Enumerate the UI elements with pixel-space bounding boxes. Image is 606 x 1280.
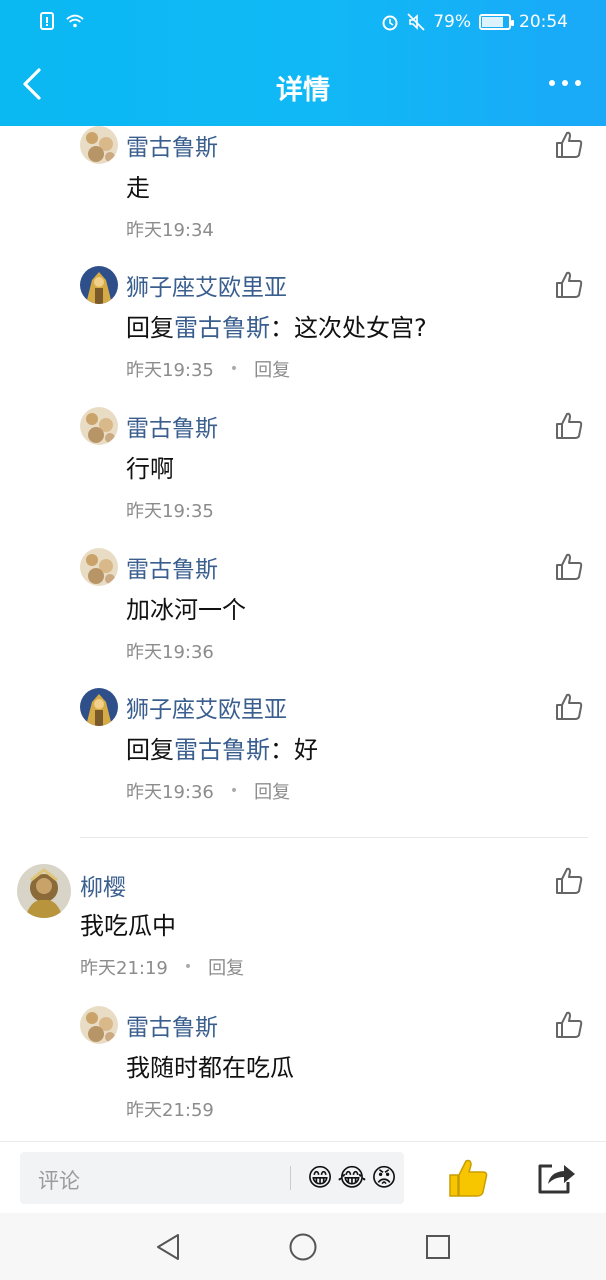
like-icon[interactable] <box>554 411 584 441</box>
app-header: 79% 20:54 详情 <box>0 0 606 126</box>
triangle-back-icon <box>157 1234 179 1260</box>
input-divider <box>290 1166 291 1190</box>
reply-meta: 昨天19:35 <box>126 497 214 523</box>
battery-percent: 79% <box>433 12 471 32</box>
comment-placeholder: 评论 <box>38 1169 80 1193</box>
avatar[interactable] <box>80 407 118 445</box>
reply-meta: 昨天19:36 • 回复 <box>126 778 290 804</box>
reply-text: 回复雷古鲁斯：这次处女宫? <box>126 308 427 343</box>
angry-emoji-icon[interactable]: 😡 <box>369 1160 399 1194</box>
reply-text: 我随时都在吃瓜 <box>126 1054 294 1082</box>
reply-item: 狮子座艾欧里亚 回复雷古鲁斯：好 昨天19:36 • 回复 <box>0 688 606 828</box>
sim-alert-icon <box>38 12 56 30</box>
laugh-emoji-icon[interactable]: 😂 <box>337 1160 367 1194</box>
battery-icon <box>479 14 514 30</box>
wifi-icon <box>66 12 84 30</box>
meta-separator: • <box>229 361 239 377</box>
system-home-button[interactable] <box>287 1231 319 1263</box>
mention-link[interactable]: 雷古鲁斯 <box>174 314 270 342</box>
circle-home-icon <box>289 1233 317 1261</box>
reply-button[interactable]: 回复 <box>254 778 290 804</box>
avatar[interactable] <box>80 1006 118 1044</box>
system-back-button[interactable] <box>152 1231 184 1263</box>
reply-meta: 昨天19:34 <box>126 216 214 242</box>
reply-button[interactable]: 回复 <box>208 954 244 980</box>
avatar[interactable] <box>80 266 118 304</box>
system-navigation-bar <box>0 1213 606 1280</box>
timestamp: 昨天19:34 <box>126 220 214 241</box>
timestamp: 昨天21:59 <box>126 1100 214 1121</box>
reply-meta: 昨天21:59 <box>126 1096 214 1122</box>
reply-item: 雷古鲁斯 加冰河一个 昨天19:36 <box>0 548 606 688</box>
like-post-icon[interactable] <box>446 1156 490 1200</box>
reply-body: ：好 <box>270 736 318 764</box>
comment-meta: 昨天21:19 • 回复 <box>80 954 244 980</box>
username[interactable]: 雷古鲁斯 <box>126 1008 218 1042</box>
comment-thread: 雷古鲁斯 走 昨天19:34 狮子座艾欧里亚 回复雷古鲁斯：这次处女宫? 昨天1… <box>0 126 606 1141</box>
reply-meta: 昨天19:36 <box>126 638 214 664</box>
username[interactable]: 雷古鲁斯 <box>126 128 218 162</box>
comment-composer-bar: 评论 😁 😂 😡 <box>0 1141 606 1213</box>
comment-item: 柳樱 我吃瓜中 昨天21:19 • 回复 <box>0 862 606 1012</box>
alarm-icon <box>381 13 399 31</box>
status-bar: 79% 20:54 <box>0 0 606 48</box>
username[interactable]: 雷古鲁斯 <box>126 409 218 443</box>
more-dots-icon <box>549 80 555 86</box>
avatar[interactable] <box>80 688 118 726</box>
reply-meta: 昨天19:35 • 回复 <box>126 356 290 382</box>
comment-input[interactable]: 评论 😁 😂 😡 <box>20 1152 404 1204</box>
meta-separator: • <box>183 959 193 975</box>
reply-text: 加冰河一个 <box>126 596 246 624</box>
page-title: 详情 <box>276 75 330 106</box>
username[interactable]: 柳樱 <box>80 868 126 902</box>
reply-prefix: 回复 <box>126 314 174 342</box>
reply-button[interactable]: 回复 <box>254 356 290 382</box>
meta-separator: • <box>229 783 239 799</box>
avatar[interactable] <box>80 126 118 164</box>
reply-prefix: 回复 <box>126 736 174 764</box>
like-icon[interactable] <box>554 130 584 160</box>
system-recents-button[interactable] <box>422 1231 454 1263</box>
battery-level <box>482 17 503 27</box>
username[interactable]: 狮子座艾欧里亚 <box>126 690 287 724</box>
share-icon[interactable] <box>534 1158 578 1198</box>
mention-link[interactable]: 雷古鲁斯 <box>174 736 270 764</box>
emoji-shortcuts: 😁 😂 😡 <box>305 1160 399 1194</box>
like-icon[interactable] <box>554 692 584 722</box>
like-icon[interactable] <box>554 270 584 300</box>
square-recents-icon <box>426 1235 450 1259</box>
more-button[interactable] <box>540 68 590 98</box>
timestamp: 昨天21:19 <box>80 958 168 979</box>
reply-text: 走 <box>126 174 150 202</box>
reply-text: 行啊 <box>126 455 174 483</box>
timestamp: 昨天19:35 <box>126 360 214 381</box>
grin-emoji-icon[interactable]: 😁 <box>305 1160 335 1194</box>
clock: 20:54 <box>519 12 568 32</box>
comment-text: 我吃瓜中 <box>80 912 176 940</box>
mute-icon <box>407 13 425 31</box>
username[interactable]: 狮子座艾欧里亚 <box>126 268 287 302</box>
timestamp: 昨天19:35 <box>126 501 214 522</box>
like-icon[interactable] <box>554 866 584 896</box>
reply-item: 雷古鲁斯 走 昨天19:34 <box>0 126 606 266</box>
avatar[interactable] <box>17 864 71 918</box>
like-icon[interactable] <box>554 552 584 582</box>
reply-item: 雷古鲁斯 我随时都在吃瓜 昨天21:59 <box>0 1006 606 1141</box>
nav-bar: 详情 <box>0 48 606 126</box>
reply-text: 回复雷古鲁斯：好 <box>126 730 318 765</box>
thread-divider <box>80 837 588 838</box>
like-icon[interactable] <box>554 1010 584 1040</box>
avatar[interactable] <box>80 548 118 586</box>
username[interactable]: 雷古鲁斯 <box>126 550 218 584</box>
reply-item: 狮子座艾欧里亚 回复雷古鲁斯：这次处女宫? 昨天19:35 • 回复 <box>0 266 606 406</box>
reply-item: 雷古鲁斯 行啊 昨天19:35 <box>0 407 606 547</box>
timestamp: 昨天19:36 <box>126 782 214 803</box>
reply-body: ：这次处女宫? <box>270 314 427 342</box>
timestamp: 昨天19:36 <box>126 642 214 663</box>
